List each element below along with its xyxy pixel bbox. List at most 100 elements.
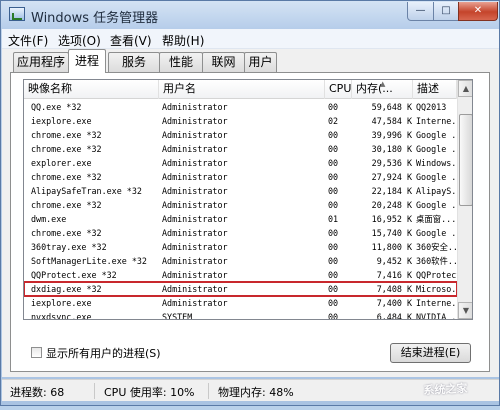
menu-bar: 文件(F) 选项(O) 查看(V) 帮助(H) (2, 29, 499, 49)
process-image-name: chrome.exe *32 (31, 144, 102, 154)
column-description[interactable]: 描述 (413, 80, 457, 99)
process-description: AlipayS... (416, 186, 459, 196)
process-user-name: Administrator (162, 256, 228, 266)
process-image-name: chrome.exe *32 (31, 130, 102, 140)
process-row[interactable]: chrome.exe *32 Administrator 00 15,740 K Goo… (24, 226, 459, 240)
vertical-scrollbar[interactable]: ▲ ▼ (457, 80, 472, 319)
process-memory: 16,952 K (371, 214, 412, 224)
show-all-users-label: 显示所有用户的进程(S) (46, 347, 161, 360)
process-image-name: explorer.exe (31, 158, 92, 168)
process-row[interactable]: 360tray.exe *32 Administrator 00 11,800 K 36… (24, 240, 459, 254)
tab-applications[interactable]: 应用程序 (13, 52, 69, 72)
close-button[interactable]: ✕ (458, 2, 498, 21)
status-cpu-usage: CPU 使用率: 10% (104, 386, 195, 399)
process-image-name: chrome.exe *32 (31, 200, 102, 210)
process-memory: 7,400 K (376, 298, 412, 308)
process-memory: 7,408 K (376, 284, 412, 294)
minimize-button[interactable]: — (407, 2, 434, 21)
process-memory: 15,740 K (371, 228, 412, 238)
process-row[interactable]: iexplore.exe Administrator 00 7,400 K Intern… (24, 296, 459, 310)
process-user-name: Administrator (162, 270, 228, 280)
window-title: Windows 任务管理器 (31, 11, 159, 26)
process-image-name: SoftManagerLite.exe *32 (31, 256, 147, 266)
tab-users[interactable]: 用户 (244, 52, 277, 72)
menu-options[interactable]: 选项(O) (58, 32, 101, 49)
process-row[interactable]: explorer.exe Administrator 00 29,536 K Windo… (24, 156, 459, 170)
process-row[interactable]: AlipaySafeTran.exe *32 Administrator 00 22,… (24, 184, 459, 198)
process-row[interactable]: QQ.exe *32 Administrator 00 59,648 K QQ2013 (24, 100, 457, 114)
task-manager-icon (9, 7, 25, 21)
process-cpu: 00 (328, 298, 339, 308)
process-cpu: 00 (328, 312, 339, 320)
process-user-name: Administrator (162, 228, 228, 238)
tab-performance[interactable]: 性能 (159, 52, 203, 72)
process-image-name: QQ.exe *32 (31, 102, 82, 112)
column-image-name[interactable]: 映像名称 (24, 80, 159, 99)
menu-help[interactable]: 帮助(H) (162, 32, 204, 49)
scroll-down-icon[interactable]: ▼ (458, 302, 472, 319)
column-cpu[interactable]: CPU (325, 80, 352, 99)
process-description: 桌面窗... (416, 214, 457, 224)
process-row[interactable]: chrome.exe *32 Administrator 00 30,180 K Goo… (24, 142, 459, 156)
process-user-name: Administrator (162, 172, 228, 182)
tab-services[interactable]: 服务 (108, 52, 160, 72)
process-description: Google ... (416, 172, 459, 182)
tab-networking[interactable]: 联网 (202, 52, 245, 72)
process-user-name: Administrator (162, 144, 228, 154)
process-user-name: Administrator (162, 200, 228, 210)
process-row[interactable]: iexplore.exe Administrator 02 47,584 K Inter… (24, 114, 459, 128)
process-row[interactable]: QQProtect.exe *32 Administrator 00 7,416 K Q… (24, 268, 459, 282)
process-image-name: 360tray.exe *32 (31, 242, 107, 252)
process-row[interactable]: chrome.exe *32 Administrator 00 20,248 K Goo… (24, 198, 459, 212)
process-user-name: Administrator (162, 116, 228, 126)
process-description: Google ... (416, 144, 459, 154)
process-image-name: dxdiag.exe *32 (31, 284, 102, 294)
process-row[interactable]: chrome.exe *32 Administrator 00 39,996 K Goo… (24, 128, 459, 142)
process-row-highlighted[interactable]: dxdiag.exe *32 Administrator 00 7,408 K Micr… (24, 281, 459, 297)
process-description: Interne... (416, 298, 459, 308)
process-description: Windows... (416, 158, 459, 168)
process-list-header: 映像名称 用户名 CPU 内存(... ▲ 描述 (24, 80, 457, 99)
process-image-name: nvxdsync.exe (31, 312, 92, 320)
scroll-up-icon[interactable]: ▲ (458, 80, 472, 97)
sort-arrow-icon: ▲ (380, 80, 386, 88)
process-description: Microso... (416, 284, 459, 294)
process-list[interactable]: 映像名称 用户名 CPU 内存(... ▲ 描述 QQ.exe *32 Admin… (23, 79, 473, 320)
process-cpu: 00 (328, 242, 339, 252)
tab-processes[interactable]: 进程 (68, 49, 106, 73)
process-description: Google ... (416, 200, 459, 210)
title-bar[interactable]: Windows 任务管理器 — □ ✕ (1, 1, 499, 29)
process-user-name: Administrator (162, 130, 228, 140)
process-user-name: Administrator (162, 158, 228, 168)
process-user-name: Administrator (162, 186, 228, 196)
process-cpu: 00 (328, 200, 339, 210)
process-row[interactable]: nvxdsync.exe SYSTEM 00 6,484 K NVIDIA ... (24, 310, 459, 320)
process-row[interactable]: dwm.exe Administrator 01 16,952 K 桌面窗... (24, 212, 457, 226)
process-memory: 20,248 K (371, 200, 412, 210)
process-cpu: 00 (328, 228, 339, 238)
menu-view[interactable]: 查看(V) (110, 32, 152, 49)
process-description: NVIDIA ... (416, 312, 459, 320)
process-cpu: 00 (328, 144, 339, 154)
process-memory: 11,800 K (371, 242, 412, 252)
process-image-name: chrome.exe *32 (31, 228, 102, 238)
process-user-name: SYSTEM (162, 312, 193, 320)
process-row[interactable]: SoftManagerLite.exe *32 Administrator 00 9,… (24, 254, 459, 268)
column-user-name[interactable]: 用户名 (159, 80, 325, 99)
process-row[interactable]: chrome.exe *32 Administrator 00 27,924 K Goo… (24, 170, 459, 184)
process-image-name: iexplore.exe (31, 298, 92, 308)
process-user-name: Administrator (162, 242, 228, 252)
process-cpu: 00 (328, 158, 339, 168)
process-description: Google ... (416, 228, 459, 238)
menu-file[interactable]: 文件(F) (8, 32, 48, 49)
show-all-users-checkbox[interactable] (31, 347, 42, 358)
scroll-thumb[interactable] (459, 114, 472, 206)
process-cpu: 00 (328, 284, 339, 294)
process-description: 360安全... (416, 242, 459, 252)
maximize-button[interactable]: □ (433, 2, 459, 21)
process-user-name: Administrator (162, 214, 228, 224)
process-cpu: 00 (328, 270, 339, 280)
end-process-button[interactable]: 结束进程(E) (390, 343, 471, 363)
process-description: Interne... (416, 116, 459, 126)
process-cpu: 00 (328, 130, 339, 140)
